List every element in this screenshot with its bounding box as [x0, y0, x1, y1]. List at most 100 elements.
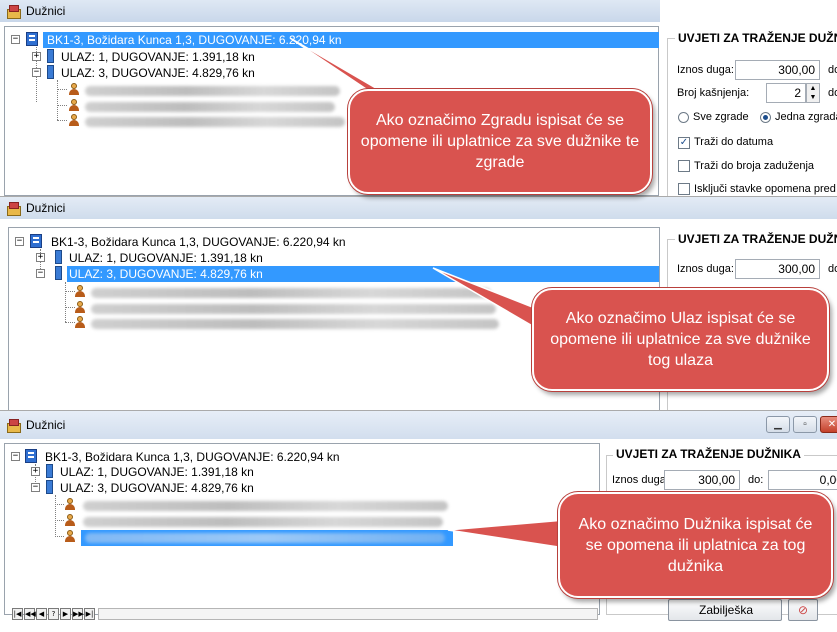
check-count[interactable]	[678, 160, 690, 172]
check-exclude[interactable]	[678, 183, 690, 195]
to-label: do:	[828, 64, 837, 76]
tree-node-entrance[interactable]: ULAZ: 3, DUGOVANJE: 4.829,76 kn	[59, 65, 255, 81]
app-icon	[6, 418, 21, 433]
tree-node-entrance[interactable]: ULAZ: 3, DUGOVANJE: 4.829,76 kn	[58, 480, 254, 496]
tree-line	[55, 520, 64, 521]
to-label: do:	[828, 263, 837, 275]
expand-toggle[interactable]: +	[36, 253, 45, 262]
app-icon	[6, 4, 21, 19]
group-title: UVJETI ZA TRAŽENJE DUŽNIKA	[675, 31, 837, 45]
title-bar: Dužnici	[0, 411, 837, 439]
tree-node-entrance[interactable]: ULAZ: 3, DUGOVANJE: 4.829,76 kn	[67, 266, 659, 282]
check-date[interactable]: ✓	[678, 137, 690, 149]
tree-line	[65, 291, 75, 292]
amount-label: Iznos duga:	[677, 64, 734, 76]
entrance-icon	[47, 65, 54, 79]
delay-input[interactable]: 2	[766, 83, 806, 103]
group-title: UVJETI ZA TRAŽENJE DUŽNIKA	[675, 232, 837, 246]
building-icon	[26, 32, 38, 46]
amount-label: Iznos duga:	[612, 474, 669, 486]
nav-next-button[interactable]: ▶	[60, 608, 71, 620]
tree-node-entrance[interactable]: ULAZ: 1, DUGOVANJE: 1.391,18 kn	[67, 250, 263, 266]
to-input[interactable]: 0,00	[768, 470, 837, 490]
tree-line	[65, 282, 66, 322]
tree-line	[55, 495, 56, 535]
title-bar: Dužnici	[0, 197, 837, 219]
window-title: Dužnici	[26, 4, 66, 18]
person-icon	[69, 114, 79, 126]
entrance-icon	[55, 250, 62, 264]
redacted-debtor-name[interactable]	[83, 501, 448, 511]
minimize-button[interactable]: ▁	[766, 416, 790, 433]
note-button-label: Zabilješka	[699, 603, 754, 617]
redacted-debtor-name[interactable]	[91, 288, 491, 298]
redacted-debtor-name[interactable]	[85, 102, 335, 112]
delay-spinner[interactable]: ▲ ▼	[806, 83, 820, 103]
nav-last-button[interactable]: ▶|	[84, 608, 95, 620]
check-exclude-label: Isključi stavke opomena pred tužbu	[694, 183, 837, 195]
nav-prev-button[interactable]: ◀	[36, 608, 47, 620]
collapse-toggle[interactable]: −	[11, 35, 20, 44]
redacted-debtor-name[interactable]	[83, 517, 443, 527]
building-icon	[25, 449, 37, 463]
to-label: do:	[828, 87, 837, 99]
amount-input[interactable]: 300,00	[664, 470, 740, 490]
tree-line	[65, 322, 75, 323]
collapse-toggle[interactable]: −	[11, 452, 20, 461]
maximize-button[interactable]: ▫	[793, 416, 817, 433]
tree-node-entrance[interactable]: ULAZ: 1, DUGOVANJE: 1.391,18 kn	[58, 464, 254, 480]
tree-line	[65, 307, 75, 308]
redacted-debtor-name[interactable]	[85, 533, 445, 543]
radio-one-label: Jedna zgrada	[775, 111, 837, 123]
horizontal-scrollbar[interactable]	[98, 608, 598, 620]
tree-line	[57, 89, 67, 90]
entrance-icon	[46, 464, 53, 478]
check-count-label: Traži do broja zaduženja	[694, 160, 815, 172]
collapse-toggle[interactable]: −	[15, 237, 24, 246]
redacted-debtor-name[interactable]	[91, 304, 496, 314]
entrance-icon	[46, 480, 53, 494]
redacted-debtor-name[interactable]	[91, 319, 499, 329]
amount-input[interactable]: 300,00	[735, 259, 820, 279]
check-date-label: Traži do datuma	[694, 136, 774, 148]
tree-line	[55, 536, 64, 537]
person-icon	[75, 316, 85, 328]
entrance-icon	[47, 49, 54, 63]
redacted-debtor-name[interactable]	[85, 86, 340, 96]
tree-node-building[interactable]: BK1-3, Božidara Kunca 1,3, DUGOVANJE: 6.…	[47, 234, 346, 250]
callout-entrance: Ako označimo Ulaz ispisat će se opomene …	[532, 288, 829, 391]
collapse-toggle[interactable]: −	[32, 68, 41, 77]
person-icon	[69, 83, 79, 95]
to-label: do:	[748, 474, 764, 486]
nav-help-button[interactable]: ?	[48, 608, 59, 620]
amount-input[interactable]: 300,00	[735, 60, 820, 80]
tree-node-building[interactable]: BK1-3, Božidara Kunca 1,3, DUGOVANJE: 6.…	[41, 449, 340, 465]
tree-line	[57, 80, 58, 120]
tree-line	[57, 105, 67, 106]
nav-next-page-button[interactable]: ▶▶	[72, 608, 84, 620]
tree-node-entrance[interactable]: ULAZ: 1, DUGOVANJE: 1.391,18 kn	[59, 49, 255, 65]
callout-building: Ako označimo Zgradu ispisat će se opomen…	[348, 89, 652, 194]
window-title: Dužnici	[26, 201, 66, 215]
collapse-toggle[interactable]: −	[36, 269, 45, 278]
radio-all-label: Sve zgrade	[693, 111, 749, 123]
tree-line	[57, 120, 67, 121]
expand-toggle[interactable]: +	[31, 467, 40, 476]
person-icon	[69, 99, 79, 111]
redacted-debtor-name[interactable]	[85, 117, 345, 127]
expand-toggle[interactable]: +	[32, 52, 41, 61]
person-icon	[75, 285, 85, 297]
callout-debtor: Ako označimo Dužnika ispisat će se opome…	[558, 492, 833, 598]
cancel-button[interactable]: ⊘	[788, 599, 818, 621]
debtor-tree[interactable]: − BK1-3, Božidara Kunca 1,3, DUGOVANJE: …	[4, 443, 600, 615]
radio-all-buildings[interactable]	[678, 112, 689, 123]
tree-node-building[interactable]: BK1-3, Božidara Kunca 1,3, DUGOVANJE: 6.…	[43, 32, 659, 48]
nav-first-button[interactable]: |◀	[12, 608, 23, 620]
radio-one-building[interactable]	[760, 112, 771, 123]
note-button[interactable]: Zabilješka	[668, 599, 782, 621]
person-icon	[75, 301, 85, 313]
collapse-toggle[interactable]: −	[31, 483, 40, 492]
nav-prev-page-button[interactable]: ◀◀	[24, 608, 36, 620]
amount-label: Iznos duga:	[677, 263, 734, 275]
close-button[interactable]: ✕	[820, 416, 837, 433]
